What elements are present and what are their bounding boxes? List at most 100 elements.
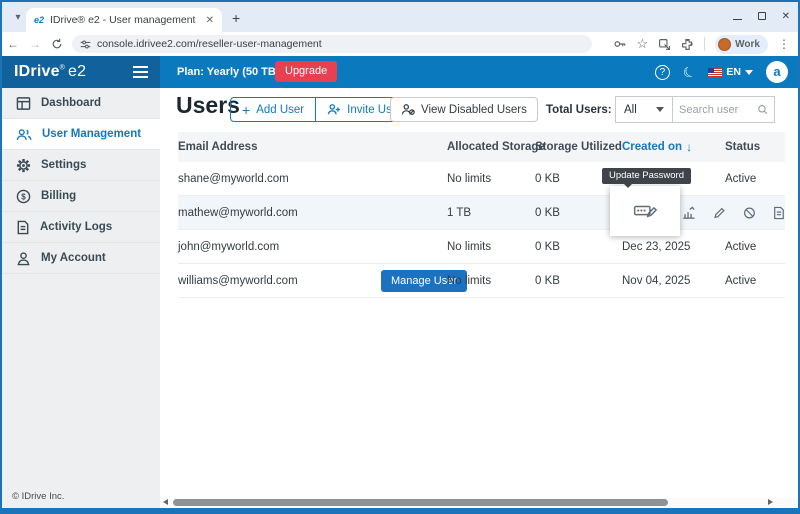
extension-action-icon[interactable] bbox=[658, 38, 671, 51]
edit-icon[interactable] bbox=[713, 206, 726, 220]
cell-utilized: 0 KB bbox=[535, 230, 560, 263]
help-icon[interactable]: ? bbox=[655, 65, 670, 80]
dropdown-caret-icon bbox=[656, 107, 664, 112]
profile-avatar bbox=[718, 38, 731, 51]
sidebar: Dashboard User Management Settings $ Bil… bbox=[2, 88, 160, 508]
dashboard-icon bbox=[16, 96, 31, 111]
cell-created-on: Nov 04, 2025 bbox=[622, 264, 690, 297]
language-code: EN bbox=[726, 66, 741, 78]
bookmark-star-icon[interactable]: ☆ bbox=[637, 36, 649, 52]
password-manager-key-icon[interactable] bbox=[613, 37, 627, 51]
search-icon[interactable] bbox=[757, 103, 768, 116]
disable-icon[interactable] bbox=[743, 206, 756, 220]
search-box bbox=[672, 96, 775, 123]
window-maximize-button[interactable] bbox=[758, 12, 766, 20]
browser-tab[interactable]: e2 IDrive® e2 - User management ✕ bbox=[26, 8, 222, 32]
dark-mode-moon-icon[interactable]: ☾ bbox=[680, 62, 699, 83]
address-bar[interactable]: console.idrivee2.com/reseller-user-manag… bbox=[72, 35, 592, 53]
column-header-allocated-storage: Allocated Storage bbox=[447, 132, 545, 162]
cell-email: john@myworld.com bbox=[178, 230, 279, 263]
update-password-icon bbox=[633, 202, 657, 220]
sidebar-item-activity-logs[interactable]: Activity Logs bbox=[2, 212, 160, 243]
upgrade-button[interactable]: Upgrade bbox=[275, 61, 337, 82]
user-filter-dropdown[interactable]: All bbox=[615, 96, 673, 123]
sidebar-item-my-account[interactable]: My Account bbox=[2, 243, 160, 274]
logo-panel: IDrive®e2 bbox=[2, 56, 160, 88]
browser-menu-icon[interactable]: ⋮ bbox=[778, 37, 790, 51]
site-favicon: e2 bbox=[34, 15, 44, 25]
us-flag-icon bbox=[708, 68, 722, 77]
url-text: console.idrivee2.com/reseller-user-manag… bbox=[97, 38, 322, 50]
sidebar-item-settings[interactable]: Settings bbox=[2, 150, 160, 181]
hamburger-menu-icon[interactable] bbox=[133, 66, 148, 78]
disabled-user-icon bbox=[401, 103, 415, 116]
svg-text:$: $ bbox=[21, 192, 26, 201]
reload-button[interactable] bbox=[46, 38, 68, 50]
cell-status: Active bbox=[725, 264, 756, 297]
cell-email: williams@myworld.com bbox=[178, 264, 298, 297]
forward-button[interactable]: → bbox=[24, 37, 46, 51]
sidebar-item-dashboard[interactable]: Dashboard bbox=[2, 88, 160, 119]
profile-name: Work bbox=[735, 39, 760, 50]
site-info-icon[interactable] bbox=[80, 39, 91, 50]
update-password-popup[interactable] bbox=[610, 186, 680, 236]
toolbar-divider bbox=[704, 37, 705, 51]
update-password-tooltip: Update Password bbox=[602, 168, 691, 184]
column-header-created-on[interactable]: Created on ↓ bbox=[622, 132, 692, 162]
scrollbar-thumb[interactable] bbox=[173, 499, 668, 506]
activity-logs-icon[interactable] bbox=[773, 206, 785, 220]
copyright-text: © IDrive Inc. bbox=[12, 491, 64, 502]
cell-allocated: No limits bbox=[447, 230, 491, 263]
horizontal-scrollbar[interactable] bbox=[160, 498, 798, 507]
browser-profile-chip[interactable]: Work bbox=[715, 35, 768, 54]
cell-allocated: 1 TB bbox=[447, 196, 471, 229]
cell-utilized: 0 KB bbox=[535, 196, 560, 229]
window-close-button[interactable]: ✕ bbox=[782, 11, 790, 22]
new-tab-button[interactable]: + bbox=[232, 10, 240, 26]
table-header: Email Address Allocated Storage Storage … bbox=[178, 132, 785, 162]
cell-utilized: 0 KB bbox=[535, 264, 560, 297]
my-account-person-icon bbox=[16, 251, 31, 266]
user-management-icon bbox=[16, 127, 32, 142]
sort-descending-icon: ↓ bbox=[686, 140, 692, 154]
main-content: Users + Add User Invite Users View Disab… bbox=[160, 88, 798, 508]
column-header-storage-utilized: Storage Utilized bbox=[535, 132, 622, 162]
table-row-mathew[interactable]: mathew@myworld.com 1 TB 0 KB @ bbox=[178, 196, 785, 230]
add-user-button[interactable]: + Add User bbox=[231, 98, 315, 121]
invite-user-icon bbox=[327, 103, 341, 116]
total-users-label: Total Users: 3 bbox=[546, 104, 621, 116]
billing-dollar-icon: $ bbox=[16, 189, 31, 204]
column-header-email: Email Address bbox=[178, 132, 257, 162]
column-header-status: Status bbox=[725, 132, 760, 162]
sidebar-item-billing[interactable]: $ Billing bbox=[2, 181, 160, 212]
search-input[interactable] bbox=[679, 104, 757, 116]
scroll-right-arrow-icon[interactable] bbox=[768, 499, 773, 505]
account-avatar[interactable]: a bbox=[766, 61, 788, 83]
language-selector[interactable]: EN bbox=[708, 66, 753, 78]
table-row-john[interactable]: john@myworld.com No limits 0 KB Dec 23, … bbox=[178, 230, 785, 264]
plan-label: Plan: Yearly (50 TB) bbox=[177, 66, 280, 78]
extensions-puzzle-icon[interactable] bbox=[681, 38, 694, 51]
view-disabled-users-button[interactable]: View Disabled Users bbox=[390, 97, 538, 122]
browser-tab-strip: ▾ e2 IDrive® e2 - User management ✕ + ✕ bbox=[2, 2, 798, 32]
cell-utilized: 0 KB bbox=[535, 162, 560, 195]
usage-statistics-icon[interactable] bbox=[682, 206, 696, 220]
cell-allocated: No limits bbox=[447, 162, 491, 195]
plus-icon: + bbox=[242, 102, 250, 118]
settings-gear-icon bbox=[16, 158, 31, 173]
table-row-shane[interactable]: shane@myworld.com No limits 0 KB Active bbox=[178, 162, 785, 196]
cell-email: mathew@myworld.com bbox=[178, 196, 298, 229]
cell-email: shane@myworld.com bbox=[178, 162, 289, 195]
scroll-left-arrow-icon[interactable] bbox=[163, 499, 168, 505]
sidebar-item-user-management[interactable]: User Management bbox=[2, 119, 160, 150]
activity-logs-icon bbox=[16, 220, 30, 235]
tab-title: IDrive® e2 - User management bbox=[50, 14, 204, 26]
window-minimize-button[interactable] bbox=[733, 19, 742, 20]
browser-toolbar: ← → console.idrivee2.com/reseller-user-m… bbox=[2, 32, 798, 56]
cell-status: Active bbox=[725, 162, 756, 195]
table-row-williams[interactable]: williams@myworld.com Manage User No limi… bbox=[178, 264, 785, 298]
tab-close-icon[interactable]: ✕ bbox=[204, 15, 216, 26]
back-button[interactable]: ← bbox=[2, 37, 24, 51]
idrive-e2-logo: IDrive®e2 bbox=[14, 63, 86, 81]
tab-search-chevron-icon[interactable]: ▾ bbox=[10, 10, 26, 26]
